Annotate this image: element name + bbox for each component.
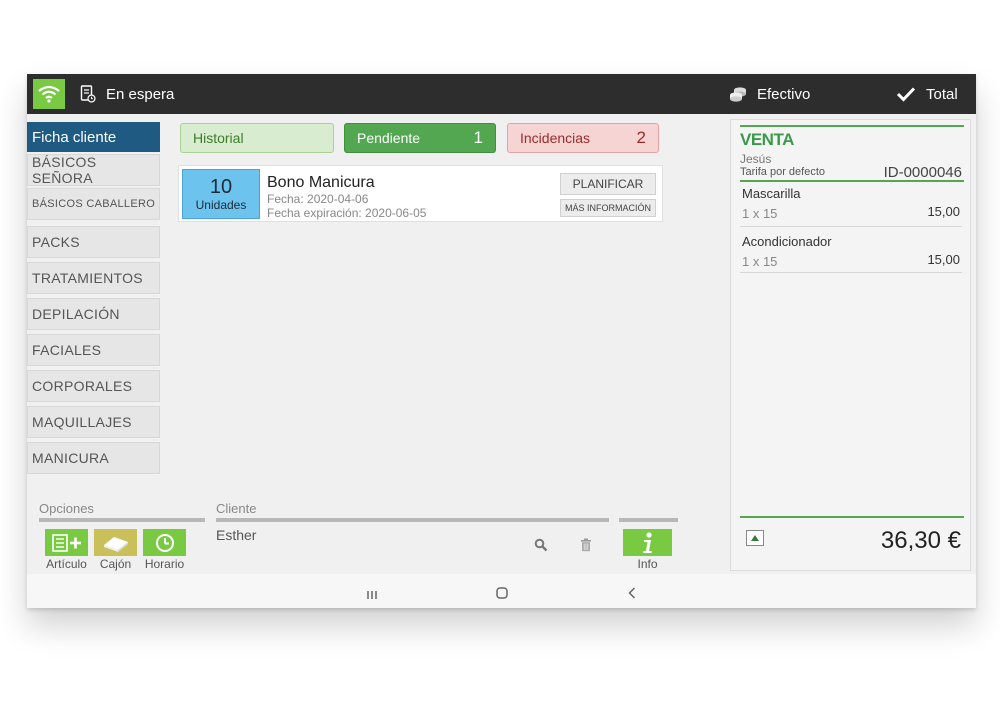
tab-pendiente-count: 1 (473, 128, 483, 147)
home-icon (496, 587, 508, 599)
total-divider (740, 516, 964, 518)
sidebar-item-faciales[interactable]: FACIALES (27, 334, 160, 366)
tab-historial[interactable]: Historial (180, 123, 334, 153)
cliente-divider (216, 518, 609, 522)
efectivo-button[interactable]: Efectivo (729, 74, 810, 114)
cliente-label: Cliente (216, 501, 257, 516)
sidebar-item-label: DEPILACIÓN (32, 306, 120, 322)
total-label: Total (926, 85, 958, 103)
info-divider (619, 518, 678, 522)
tab-pendiente[interactable]: Pendiente 1 (344, 123, 496, 153)
recent-apps-icon (367, 591, 377, 599)
sidebar-item-basicos-caballero[interactable]: BÁSICOS CABALLERO (27, 188, 160, 220)
sidebar-item-manicura[interactable]: MANICURA (27, 442, 160, 474)
delete-client-button[interactable] (580, 538, 592, 557)
bono-card: 10 Unidades Bono Manicura Fecha: 2020-04… (178, 165, 663, 222)
venta-title: VENTA (740, 130, 794, 149)
trash-icon (581, 538, 591, 552)
ticket-line-name: Acondicionador (742, 234, 832, 249)
ticket-line-qty: 1 x 15 (742, 254, 778, 269)
venta-tarifa: Tarifa por defecto (740, 166, 825, 178)
add-article-icon (51, 533, 81, 552)
recent-apps-button[interactable] (366, 587, 378, 605)
waiting-receipt-icon (80, 85, 96, 103)
sidebar-item-ficha-cliente[interactable]: Ficha cliente (27, 122, 160, 152)
venta-header: VENTA Jesús Tarifa por defecto ID-000004… (740, 125, 964, 182)
venta-id: ID-0000046 (883, 164, 962, 181)
bono-title: Bono Manicura (267, 174, 375, 191)
bono-units-value: 10 (209, 176, 233, 198)
sidebar-item-label: CORPORALES (32, 378, 133, 394)
horario-button[interactable] (143, 529, 186, 556)
sidebar-item-packs[interactable]: PACKS (27, 226, 160, 258)
ticket-line-amount: 15,00 (927, 252, 960, 267)
search-client-button[interactable] (534, 538, 548, 557)
tab-incidencias[interactable]: Incidencias 2 (507, 123, 659, 153)
home-button[interactable] (496, 586, 508, 604)
sidebar-item-label: TRATAMIENTOS (32, 270, 143, 286)
mas-informacion-button[interactable]: MÁS INFORMACIÓN (560, 199, 656, 217)
tab-pendiente-label: Pendiente (357, 130, 421, 146)
total-button[interactable]: Total (896, 74, 958, 114)
bono-fecha-expiracion: Fecha expiración: 2020-06-05 (267, 206, 427, 220)
ticket-line[interactable]: Mascarilla 1 x 15 15,00 (740, 182, 962, 227)
planificar-button[interactable]: PLANIFICAR (560, 173, 656, 195)
sidebar-item-label: MAQUILLAJES (32, 414, 132, 430)
info-button[interactable] (623, 529, 672, 556)
tab-incidencias-label: Incidencias (520, 130, 591, 146)
android-nav-bar (27, 574, 976, 608)
clock-icon (155, 533, 174, 552)
tab-historial-label: Historial (193, 130, 244, 146)
cliente-value[interactable]: Esther (216, 527, 256, 543)
ticket-line[interactable]: Acondicionador 1 x 15 15,00 (740, 228, 962, 273)
tab-incidencias-count: 2 (636, 128, 646, 147)
wifi-button[interactable] (33, 79, 65, 109)
opciones-divider (39, 518, 205, 522)
bono-units-label: Unidades (195, 198, 247, 212)
info-icon (642, 531, 652, 553)
sidebar-item-basicos-senora[interactable]: BÁSICOS SEÑORA (27, 154, 160, 186)
horario-label: Horario (144, 557, 185, 571)
cajon-label: Cajón (99, 557, 132, 571)
checkmark-icon (896, 87, 916, 102)
ticket-line-name: Mascarilla (742, 186, 801, 201)
sidebar-item-depilacion[interactable]: DEPILACIÓN (27, 298, 160, 330)
ticket-line-amount: 15,00 (927, 204, 960, 219)
info-label: Info (637, 557, 658, 571)
en-espera-label: En espera (106, 85, 175, 103)
sidebar-item-label: Ficha cliente (32, 128, 117, 146)
search-icon (534, 538, 548, 552)
ticket-panel: VENTA Jesús Tarifa por defecto ID-000004… (730, 119, 971, 571)
sidebar-item-label: BÁSICOS SEÑORA (32, 154, 97, 186)
back-button[interactable] (628, 586, 636, 604)
ticket-total: 36,30 € (880, 527, 961, 554)
triangle-up-icon (751, 535, 759, 541)
wifi-icon (38, 85, 60, 103)
efectivo-label: Efectivo (757, 85, 811, 103)
opciones-label: Opciones (39, 501, 94, 516)
cajon-button[interactable] (94, 529, 137, 556)
sidebar-item-label: MANICURA (32, 450, 110, 466)
top-bar: En espera Efectivo Total (27, 74, 976, 114)
coins-icon (730, 87, 746, 102)
bono-units-badge: 10 Unidades (182, 169, 260, 219)
sidebar-item-tratamientos[interactable]: TRATAMIENTOS (27, 262, 160, 294)
articulo-button[interactable] (45, 529, 88, 556)
sidebar-item-maquillajes[interactable]: MAQUILLAJES (27, 406, 160, 438)
en-espera-button[interactable]: En espera (80, 74, 174, 114)
sidebar-item-label: FACIALES (32, 342, 102, 358)
ticket-line-qty: 1 x 15 (742, 206, 778, 221)
back-icon (628, 587, 636, 599)
device-screen: En espera Efectivo Total Ficha cliente B… (27, 74, 976, 608)
expand-ticket-button[interactable] (746, 530, 764, 546)
articulo-label: Artículo (46, 557, 87, 571)
cash-drawer-icon (103, 536, 128, 552)
sidebar-item-label: PACKS (32, 234, 80, 250)
bono-fecha: Fecha: 2020-04-06 (267, 192, 369, 206)
sidebar-item-label: BÁSICOS CABALLERO (32, 198, 156, 210)
sidebar-item-corporales[interactable]: CORPORALES (27, 370, 160, 402)
